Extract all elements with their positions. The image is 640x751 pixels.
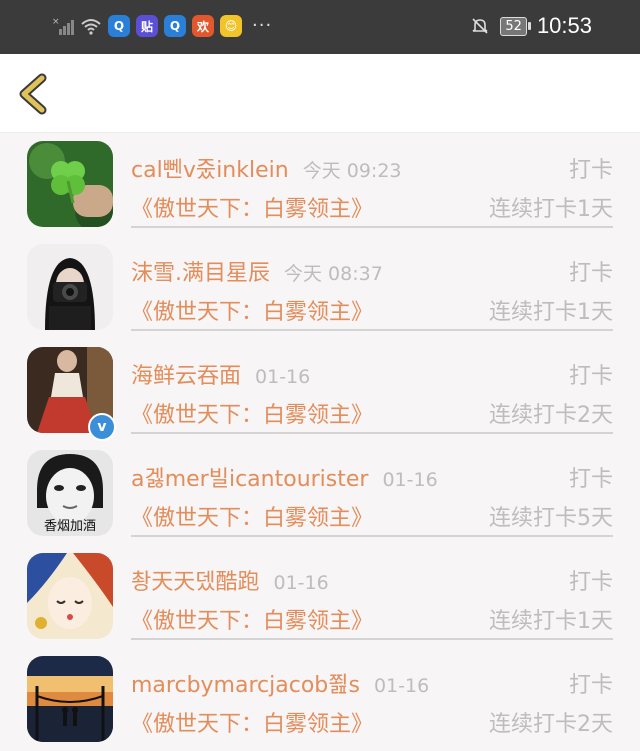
list-item[interactable]: marcbymarcjacob쬞s 01-16 打卡 《傲世天下：白雾领主》 连续… (0, 648, 640, 751)
list-item[interactable]: cal뻰v줐inklein 今天 09:23 打卡 《傲世天下：白雾领主》 连续打… (0, 133, 640, 236)
qq-browser-app-icon: Q (108, 15, 130, 37)
action-label: 打卡 (568, 261, 613, 286)
checkin-time: 01-16 (273, 572, 329, 594)
chevron-left-icon[interactable] (14, 72, 56, 116)
avatar[interactable] (27, 244, 113, 330)
checkin-time: 今天 09:23 (302, 160, 402, 182)
divider (131, 432, 613, 434)
streak-count: 连续打卡1天 (489, 300, 613, 325)
list-item[interactable]: 沫雪.满目星辰 今天 08:37 打卡 《傲世天下：白雾领主》 连续打卡1天 (0, 236, 640, 339)
checkin-time: 今天 08:37 (284, 263, 383, 285)
status-right-icons: 52 10:53 (470, 13, 592, 39)
user-name[interactable]: 沫雪.满目星辰 今天 08:37 (131, 255, 383, 287)
divider (131, 638, 613, 640)
book-title[interactable]: 《傲世天下：白雾领主》 (131, 706, 373, 738)
divider (131, 226, 613, 228)
streak-count: 连续打卡5天 (489, 506, 613, 531)
book-title[interactable]: 《傲世天下：白雾领主》 (131, 191, 373, 223)
mute-bell-icon (472, 18, 488, 34)
book-title[interactable]: 《傲世天下：白雾领主》 (131, 294, 373, 326)
user-name[interactable]: cal뻰v줐inklein 今天 09:23 (131, 152, 402, 184)
clover-avatar-image (27, 141, 113, 227)
tieba-app-icon: 贴 (136, 15, 158, 37)
list-item[interactable]: v 海鲜云吞面 01-16 打卡 《傲世天下：白雾领主》 连续打卡2天 (0, 339, 640, 442)
streak-count: 连续打卡2天 (489, 712, 613, 737)
action-label: 打卡 (568, 467, 613, 492)
anime-avatar-image (27, 553, 113, 639)
battery-indicator: 52 (500, 16, 531, 36)
sunset-pier-avatar-image (27, 656, 113, 742)
status-left-icons: × Q 贴 Q 欢 😊 ··· (52, 15, 272, 37)
more-notifications-icon: ··· (252, 15, 273, 36)
checkin-time: 01-16 (373, 675, 430, 697)
svg-text:×: × (52, 17, 60, 27)
user-name[interactable]: a겛mer빌icantourister 01-16 (131, 461, 438, 493)
signal-icon: × (52, 17, 74, 35)
huan-app-icon: 欢 (192, 15, 214, 37)
user-name[interactable]: marcbymarcjacob쬞s 01-16 (131, 667, 429, 699)
book-title[interactable]: 《傲世天下：白雾领主》 (131, 500, 373, 532)
checkin-time: 01-16 (382, 469, 438, 491)
book-title[interactable]: 《傲世天下：白雾领主》 (131, 603, 373, 635)
divider (131, 329, 613, 331)
smiley-app-icon: 😊 (220, 15, 242, 37)
user-name[interactable]: 촹天天뎄酷跑 01-16 (131, 564, 329, 596)
avatar[interactable]: 香烟加酒 (27, 450, 113, 536)
wifi-icon (81, 19, 101, 35)
divider (131, 535, 613, 537)
camera-girl-avatar-image (27, 244, 113, 330)
action-label: 打卡 (568, 673, 613, 698)
top-navigation-bar (0, 54, 640, 133)
qq-app-icon: Q (164, 15, 186, 37)
action-label: 打卡 (568, 570, 613, 595)
streak-count: 连续打卡1天 (489, 609, 613, 634)
face-avatar-image: 香烟加酒 (27, 450, 113, 536)
action-label: 打卡 (568, 364, 613, 389)
status-time: 10:53 (536, 13, 592, 38)
list-item[interactable]: 촹天天뎄酷跑 01-16 打卡 《傲世天下：白雾领主》 连续打卡1天 (0, 545, 640, 648)
avatar[interactable] (27, 656, 113, 742)
avatar[interactable] (27, 141, 113, 227)
checkin-list: cal뻰v줐inklein 今天 09:23 打卡 《傲世天下：白雾领主》 连续打… (0, 133, 640, 751)
list-item[interactable]: 香烟加酒 a겛mer빌icantourister 01-16 打卡 《傲世天下：白… (0, 442, 640, 545)
streak-count: 连续打卡2天 (489, 403, 613, 428)
avatar[interactable] (27, 553, 113, 639)
streak-count: 连续打卡1天 (489, 197, 613, 222)
action-label: 打卡 (568, 158, 613, 183)
user-name[interactable]: 海鲜云吞面 01-16 (131, 358, 310, 390)
verified-badge-icon: v (88, 413, 116, 441)
checkin-time: 01-16 (255, 366, 311, 388)
avatar-caption: 香烟加酒 (44, 519, 96, 534)
status-bar: × Q 贴 Q 欢 😊 ··· 52 10:53 (0, 0, 640, 54)
book-title[interactable]: 《傲世天下：白雾领主》 (131, 397, 373, 429)
